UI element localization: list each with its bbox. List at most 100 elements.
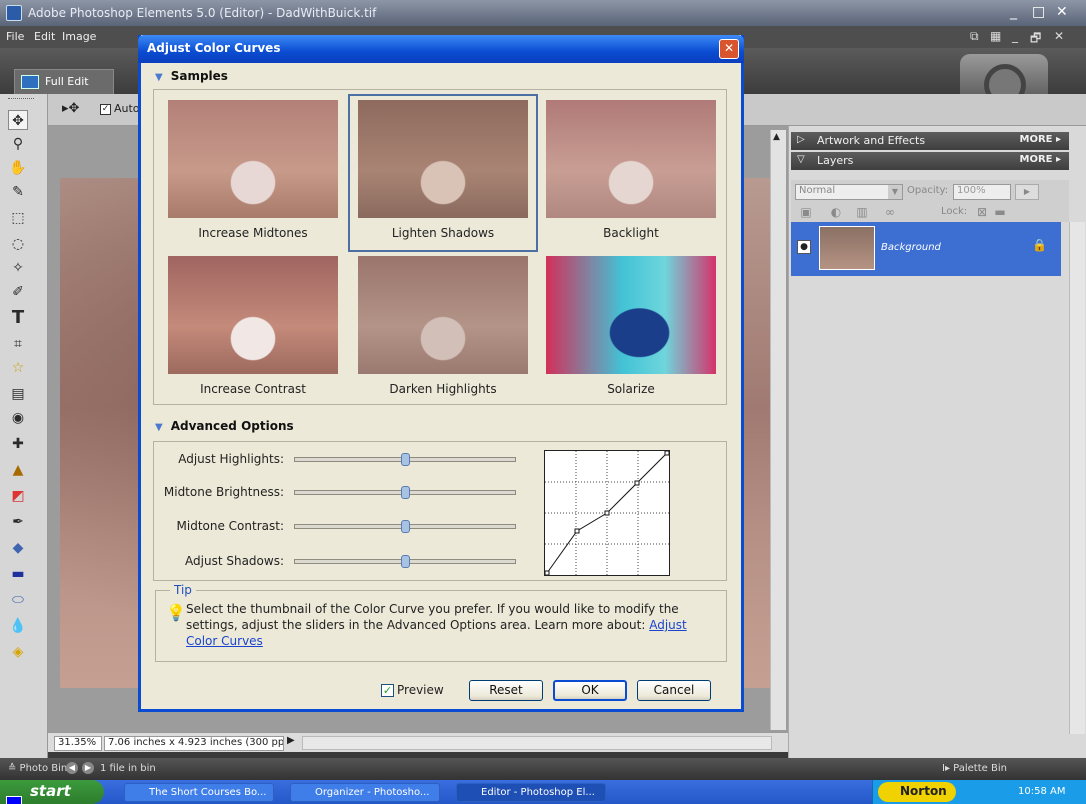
dialog-close-button[interactable]: ✕	[719, 39, 739, 59]
midtone-brightness-slider[interactable]	[294, 486, 516, 499]
preview-checkbox[interactable]: ✓	[381, 684, 394, 697]
blend-mode-select[interactable]: Normal ▼	[795, 184, 903, 200]
type-tool-icon[interactable]: T	[8, 308, 28, 328]
foreground-color-swatch[interactable]	[6, 796, 22, 804]
palette-bin: ▷ Artwork and Effects MORE ▸ ▽ Layers MO…	[788, 126, 1086, 758]
artwork-effects-header[interactable]: ▷ Artwork and Effects MORE ▸	[791, 132, 1069, 150]
sample-label: Increase Midtones	[198, 226, 308, 240]
expand-triangle-icon: ▷	[797, 134, 805, 145]
eyedropper-icon[interactable]: ✎	[8, 182, 28, 202]
trash-icon[interactable]: ▥	[855, 205, 869, 219]
move-tool-icon[interactable]: ▸✥	[62, 101, 79, 116]
maximize-button[interactable]: □	[1032, 4, 1045, 20]
move-tool-icon[interactable]: ✥	[8, 110, 28, 130]
slider-thumb[interactable]	[400, 453, 410, 466]
opacity-slider-button[interactable]: ▶	[1015, 184, 1039, 200]
hand-tool-icon[interactable]: ✋	[8, 158, 28, 178]
minimize-button[interactable]: _	[1010, 4, 1017, 20]
arrange-icon[interactable]: ⧉	[970, 29, 979, 44]
palette-vertical-scrollbar[interactable]	[1069, 222, 1085, 734]
status-menu-arrow-icon[interactable]: ▶	[287, 735, 295, 746]
layers-more-button[interactable]: MORE ▸	[1020, 154, 1061, 165]
doc-restore-button[interactable]: 🗗	[1030, 29, 1041, 50]
eye-icon[interactable]: ●	[797, 240, 811, 254]
new-layer-icon[interactable]: ▣	[799, 205, 813, 219]
sample-darken-highlights[interactable]: Darken Highlights	[348, 250, 538, 408]
menu-edit[interactable]: Edit	[34, 30, 55, 43]
layers-header[interactable]: ▽ Layers MORE ▸	[791, 152, 1069, 170]
sample-thumbnail	[546, 256, 716, 374]
layer-row-background[interactable]: ● Background 🔒	[791, 222, 1061, 276]
auto-select-checkbox[interactable]: ✓	[100, 104, 111, 115]
eraser-icon[interactable]: ◩	[8, 486, 28, 506]
close-window-button[interactable]: ✕	[1056, 4, 1068, 20]
lock-transparency-icon[interactable]: ⊠	[975, 205, 989, 219]
sample-backlight[interactable]: Backlight	[536, 94, 726, 252]
slider-thumb[interactable]	[400, 520, 410, 533]
zoom-tool-icon[interactable]: ⚲	[8, 134, 28, 154]
brush-tool-icon[interactable]: ✒	[8, 512, 28, 532]
doc-minimize-button[interactable]: _	[1012, 29, 1018, 43]
zoom-level[interactable]: 31.35%	[54, 736, 102, 751]
window-title: Adobe Photoshop Elements 5.0 (Editor) - …	[28, 6, 377, 20]
reset-button[interactable]: Reset	[469, 680, 543, 701]
palette-bin-toggle[interactable]: I▸ Palette Bin	[942, 763, 1007, 774]
cancel-button[interactable]: Cancel	[637, 680, 711, 701]
slider-thumb[interactable]	[400, 486, 410, 499]
tab-full-edit[interactable]: Full Edit	[14, 69, 114, 94]
artwork-more-button[interactable]: MORE ▸	[1020, 134, 1061, 145]
canvas-horizontal-scrollbar[interactable]	[302, 736, 772, 750]
taskbar-item-browser[interactable]: The Short Courses Bo...	[124, 783, 274, 802]
taskbar: start The Short Courses Bo... Organizer …	[0, 780, 1086, 804]
sample-increase-midtones[interactable]: Increase Midtones	[158, 94, 348, 252]
previous-photo-icon[interactable]: ◀	[66, 762, 78, 774]
gradient-tool-icon[interactable]: ▬	[8, 564, 28, 584]
preview-label[interactable]: Preview	[397, 683, 444, 697]
ok-button[interactable]: OK	[553, 680, 627, 701]
clone-stamp-icon[interactable]: ▲	[8, 460, 28, 480]
norton-badge[interactable]: Norton	[878, 782, 956, 802]
menu-file[interactable]: File	[6, 30, 24, 43]
doc-close-button[interactable]: ✕	[1054, 29, 1064, 43]
toolbox-grip[interactable]	[8, 98, 34, 101]
crop-tool-icon[interactable]: ⌗	[8, 334, 28, 354]
midtone-contrast-slider[interactable]	[294, 520, 516, 533]
samples-section-header[interactable]: ▼ Samples	[155, 69, 228, 83]
sample-thumbnail	[168, 256, 338, 374]
taskbar-item-organizer[interactable]: Organizer - Photosho...	[290, 783, 440, 802]
opacity-field[interactable]: 100%	[953, 184, 1011, 200]
slider-thumb[interactable]	[400, 555, 410, 568]
link-icon[interactable]: ∞	[883, 205, 897, 219]
menu-image[interactable]: Image	[62, 30, 96, 43]
taskbar-item-editor[interactable]: Editor - Photoshop El...	[456, 783, 606, 802]
cookie-cutter-icon[interactable]: ☆	[8, 358, 28, 378]
sample-solarize[interactable]: Solarize	[536, 250, 726, 408]
shape-tool-icon[interactable]: ⬭	[8, 590, 28, 610]
sample-increase-contrast[interactable]: Increase Contrast	[158, 250, 348, 408]
marquee-tool-icon[interactable]: ⬚	[8, 208, 28, 228]
lasso-tool-icon[interactable]: ◌	[8, 234, 28, 254]
photo-bin-toggle[interactable]: ≙ Photo Bin	[8, 763, 67, 774]
sponge-tool-icon[interactable]: ◈	[8, 642, 28, 662]
dialog-titlebar[interactable]: Adjust Color Curves ✕	[138, 35, 744, 63]
selection-brush-icon[interactable]: ✐	[8, 282, 28, 302]
collapse-triangle-icon: ▼	[155, 422, 163, 433]
blur-tool-icon[interactable]: 💧	[8, 616, 28, 636]
advanced-options-header[interactable]: ▼ Advanced Options	[155, 419, 294, 433]
paint-bucket-icon[interactable]: ◆	[8, 538, 28, 558]
adjustment-layer-icon[interactable]: ◐	[829, 205, 843, 219]
next-photo-icon[interactable]: ▶	[82, 762, 94, 774]
tile-icon[interactable]: ▦	[990, 29, 1001, 43]
lock-all-icon[interactable]: ▬	[993, 205, 1007, 219]
healing-brush-icon[interactable]: ✚	[8, 434, 28, 454]
sample-lighten-shadows[interactable]: Lighten Shadows	[348, 94, 538, 252]
sample-thumbnail	[358, 256, 528, 374]
canvas-vertical-scrollbar[interactable]: ▲	[770, 130, 786, 730]
magic-wand-icon[interactable]: ✧	[8, 258, 28, 278]
red-eye-icon[interactable]: ◉	[8, 408, 28, 428]
adjust-shadows-slider[interactable]	[294, 555, 516, 568]
adjust-highlights-slider[interactable]	[294, 453, 516, 466]
curve-point	[634, 480, 640, 486]
straighten-tool-icon[interactable]: ▤	[8, 384, 28, 404]
sample-thumbnail	[546, 100, 716, 218]
